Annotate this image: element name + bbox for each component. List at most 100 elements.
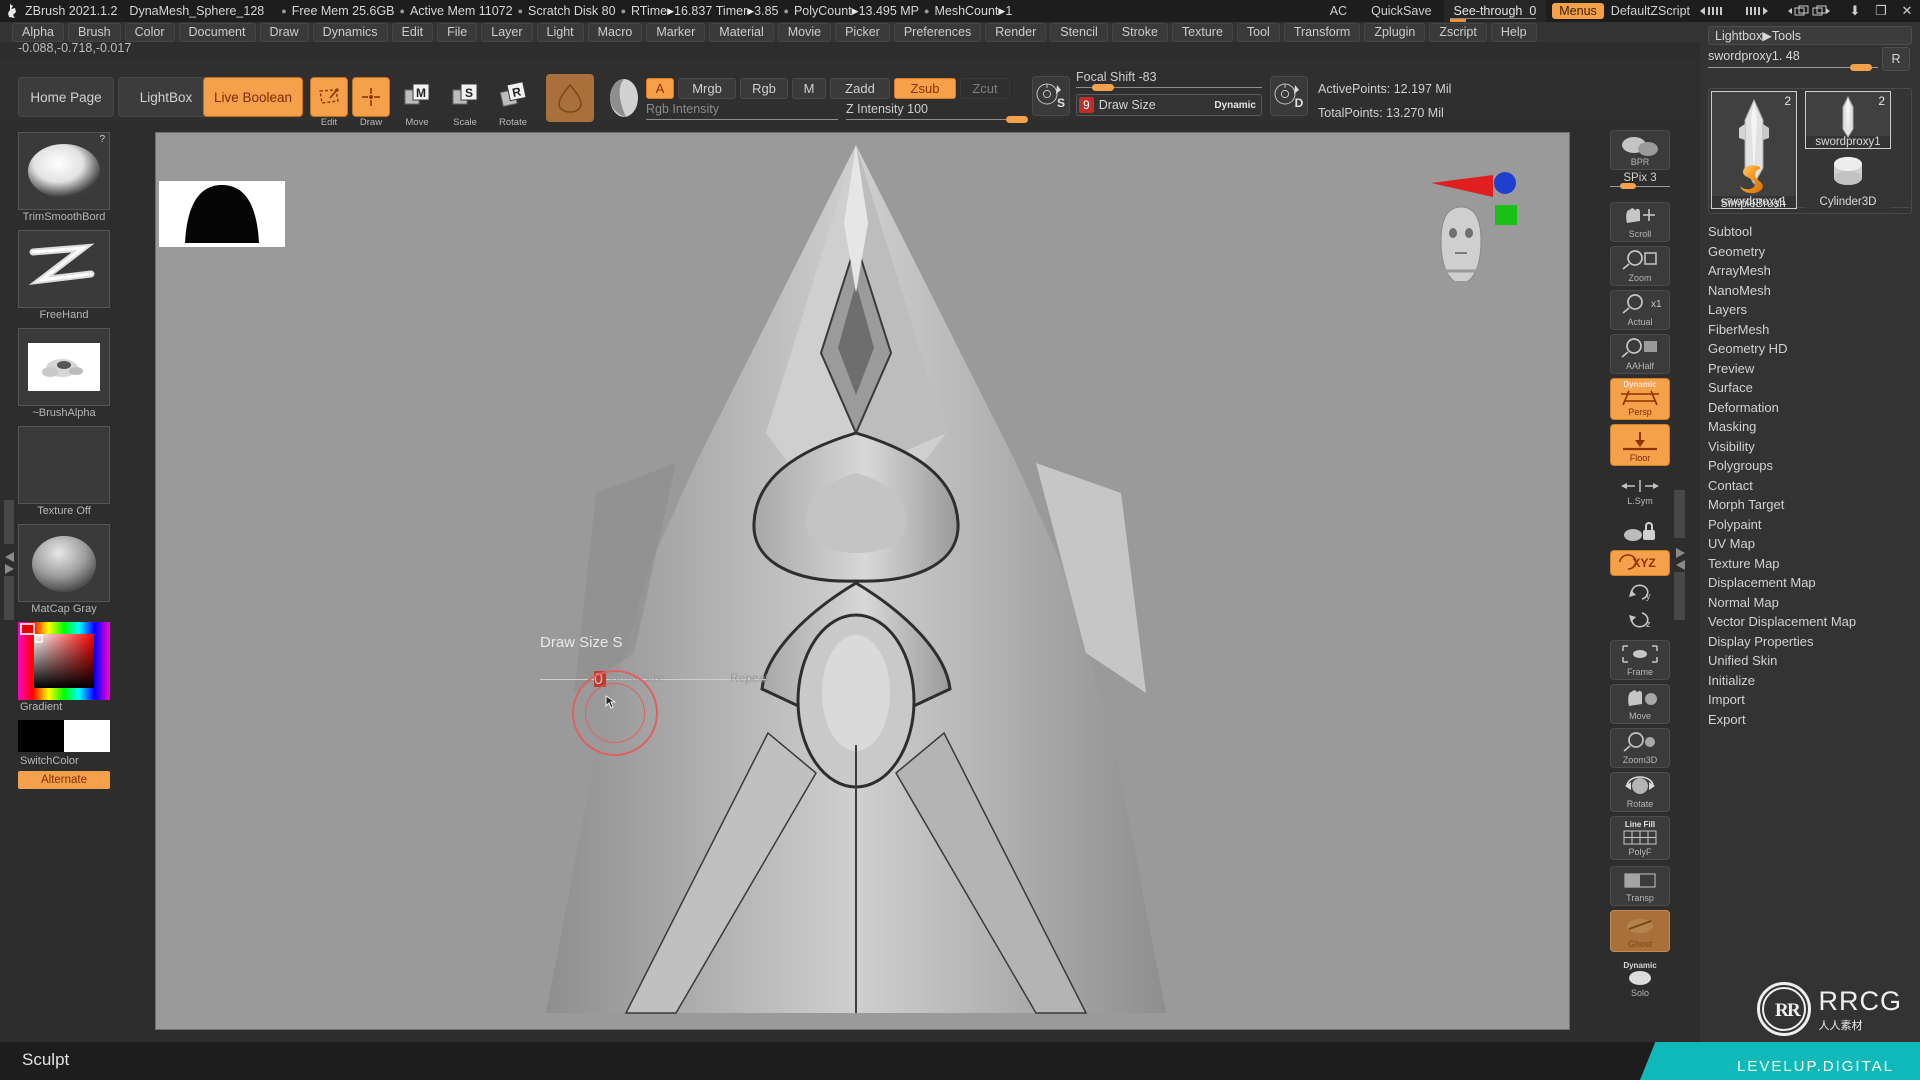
zcut-button[interactable]: Zcut — [960, 78, 1010, 99]
right-tray-handle[interactable] — [1674, 490, 1688, 620]
z-intensity-slider[interactable]: Z Intensity 100 — [846, 102, 1028, 120]
alpha-slot[interactable]: ~BrushAlpha — [18, 328, 110, 419]
material-slot[interactable]: MatCap Gray — [18, 524, 110, 615]
tool-menu-contact[interactable]: Contact — [1708, 476, 1912, 496]
transform-lock-button[interactable] — [1610, 512, 1670, 546]
tool-thumb-swordproxy1-small[interactable]: 2 swordproxy1 — [1805, 91, 1891, 149]
tool-menu-texture-map[interactable]: Texture Map — [1708, 554, 1912, 574]
tool-menu-surface[interactable]: Surface — [1708, 378, 1912, 398]
tool-menu-displacement-map[interactable]: Displacement Map — [1708, 573, 1912, 593]
color-swatches[interactable]: SwitchColor Alternate — [18, 720, 110, 789]
rgb-button[interactable]: Rgb — [740, 78, 788, 99]
tool-r-button[interactable]: R — [1882, 47, 1910, 71]
draw-size-popup[interactable]: Draw Size S 0 Draw Size Repeat — [540, 634, 780, 687]
draw-button[interactable] — [352, 77, 390, 117]
zadd-button[interactable]: Zadd — [830, 78, 890, 99]
menu-layer[interactable]: Layer — [481, 23, 532, 42]
window-layout-prev-icon[interactable] — [1788, 4, 1832, 18]
tool-menu-import[interactable]: Import — [1708, 690, 1912, 710]
rotate-z-icon-button[interactable]: z — [1610, 608, 1670, 632]
stroke-thumbnail[interactable] — [18, 230, 110, 308]
tool-menu-geometry[interactable]: Geometry — [1708, 242, 1912, 262]
switch-color-label[interactable]: SwitchColor — [18, 755, 110, 767]
menu-texture[interactable]: Texture — [1172, 23, 1233, 42]
brush-slot[interactable]: ? TrimSmoothBord — [18, 132, 110, 223]
texture-thumbnail[interactable] — [18, 426, 110, 504]
home-page-button[interactable]: Home Page — [18, 77, 114, 117]
menu-help[interactable]: Help — [1491, 23, 1537, 42]
current-tool-name[interactable]: swordproxy1. 48 — [1708, 49, 1878, 68]
mrgb-button[interactable]: Mrgb — [678, 78, 736, 99]
tool-menu-export[interactable]: Export — [1708, 710, 1912, 730]
minimize-button[interactable]: ⬇ — [1842, 3, 1868, 19]
spix-knob[interactable] — [1620, 183, 1636, 189]
material-thumbnail[interactable] — [18, 524, 110, 602]
menu-preferences[interactable]: Preferences — [894, 23, 981, 42]
menu-tool[interactable]: Tool — [1237, 23, 1280, 42]
texture-slot[interactable]: Texture Off — [18, 426, 110, 517]
menu-edit[interactable]: Edit — [392, 23, 434, 42]
frame-button[interactable]: Frame — [1610, 640, 1670, 680]
menu-zscript[interactable]: Zscript — [1429, 23, 1487, 42]
rotate-button[interactable]: R — [496, 78, 530, 114]
quicksave-button[interactable]: QuickSave — [1359, 4, 1443, 18]
menu-render[interactable]: Render — [985, 23, 1046, 42]
zoom-button[interactable]: Zoom — [1610, 246, 1670, 286]
tool-menu-subtool[interactable]: Subtool — [1708, 222, 1912, 242]
tool-menu-unified-skin[interactable]: Unified Skin — [1708, 651, 1912, 671]
see-through-slider[interactable]: See-through 0 — [1444, 0, 1547, 22]
menu-dynamics[interactable]: Dynamics — [313, 23, 388, 42]
current-brush-swatch[interactable] — [546, 74, 594, 122]
lightbox-button[interactable]: LightBox — [118, 77, 214, 117]
ac-button[interactable]: AC — [1318, 4, 1359, 18]
current-material-swatch[interactable] — [600, 74, 648, 122]
floor-button[interactable]: Floor — [1610, 424, 1670, 466]
menu-material[interactable]: Material — [709, 23, 773, 42]
tool-menu-preview[interactable]: Preview — [1708, 359, 1912, 379]
tool-menu-uv-map[interactable]: UV Map — [1708, 534, 1912, 554]
alternate-button[interactable]: Alternate — [18, 771, 110, 789]
transparency-button[interactable]: Transp — [1610, 866, 1670, 906]
menu-picker[interactable]: Picker — [835, 23, 890, 42]
draw-size-field[interactable]: 9 Draw Size Dynamic — [1076, 94, 1262, 116]
orientation-gizmo[interactable] — [1423, 161, 1533, 286]
zsub-button[interactable]: Zsub — [894, 78, 956, 99]
tool-thumb-cylinder3d[interactable]: Cylinder3D — [1805, 151, 1891, 209]
rgb-intensity-slider[interactable]: Rgb Intensity — [646, 102, 838, 120]
ghost-button[interactable]: Ghost — [1610, 910, 1670, 952]
menu-document[interactable]: Document — [179, 23, 256, 42]
aahalf-button[interactable]: AAHalf — [1610, 334, 1670, 374]
menu-light[interactable]: Light — [537, 23, 584, 42]
zscript-nav-prev[interactable] — [1700, 5, 1734, 17]
menu-movie[interactable]: Movie — [778, 23, 831, 42]
rotate-y-icon-button[interactable]: y — [1610, 580, 1670, 604]
polyframe-button[interactable]: Line Fill PolyF — [1610, 816, 1670, 860]
tool-menu-display-properties[interactable]: Display Properties — [1708, 632, 1912, 652]
live-boolean-button[interactable]: Live Boolean — [203, 77, 303, 117]
tool-menu-initialize[interactable]: Initialize — [1708, 671, 1912, 691]
alpha-toggle-button[interactable]: A — [646, 78, 674, 99]
scale-button[interactable]: S — [448, 78, 482, 114]
bpr-button[interactable]: BPR — [1610, 130, 1670, 170]
color-wheel[interactable] — [18, 622, 110, 700]
tool-menu-morph-target[interactable]: Morph Target — [1708, 495, 1912, 515]
menu-stroke[interactable]: Stroke — [1112, 23, 1168, 42]
z-intensity-knob[interactable] — [1006, 116, 1028, 123]
brush-help-icon[interactable]: ? — [99, 134, 105, 145]
stroke-slot[interactable]: FreeHand — [18, 230, 110, 321]
menu-brush[interactable]: Brush — [68, 23, 121, 42]
m-button[interactable]: M — [792, 78, 826, 99]
scroll-button[interactable]: Scroll — [1610, 202, 1670, 242]
left-tray-handle[interactable] — [4, 500, 16, 620]
brush-thumbnail[interactable]: ? — [18, 132, 110, 210]
tool-menu-layers[interactable]: Layers — [1708, 300, 1912, 320]
local-symmetry-button[interactable]: L.Sym — [1610, 472, 1670, 508]
focal-shift-slider[interactable]: Focal Shift -83 — [1076, 70, 1262, 88]
menu-macro[interactable]: Macro — [588, 23, 643, 42]
zscript-nav-next[interactable] — [1744, 5, 1778, 17]
tool-menu-polygroups[interactable]: Polygroups — [1708, 456, 1912, 476]
solo-button[interactable]: Dynamic Solo — [1610, 958, 1670, 1000]
tool-menu-normal-map[interactable]: Normal Map — [1708, 593, 1912, 613]
secondary-color-swatch[interactable] — [64, 720, 110, 752]
menu-transform[interactable]: Transform — [1284, 23, 1361, 42]
